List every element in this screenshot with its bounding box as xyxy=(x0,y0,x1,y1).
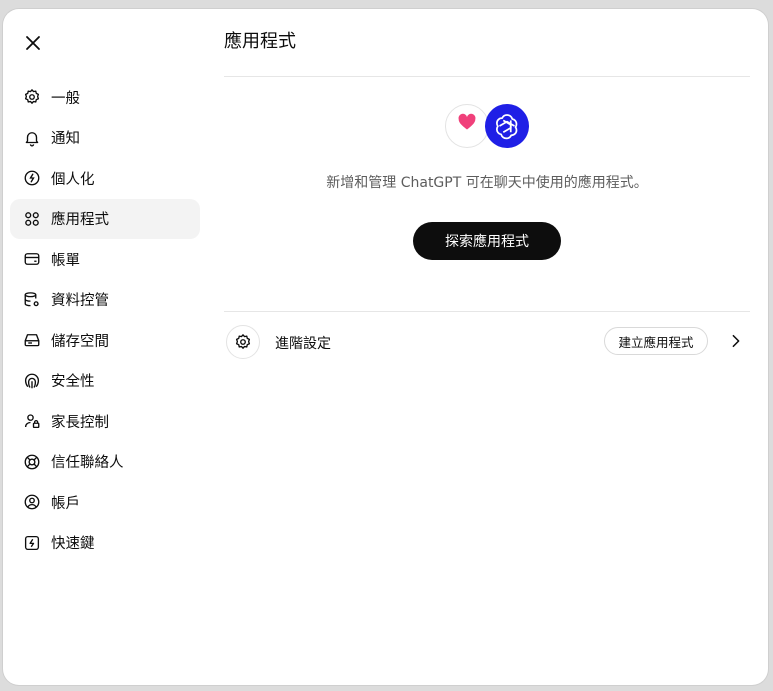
advanced-settings-row[interactable]: 進階設定 建立應用程式 xyxy=(224,325,750,361)
advanced-settings-icon-wrap xyxy=(226,325,260,359)
sidebar-item-shortcuts[interactable]: 快速鍵 xyxy=(10,523,200,564)
sidebar-item-trusted-contacts[interactable]: 信任聯絡人 xyxy=(10,442,200,483)
sidebar-item-label: 個人化 xyxy=(51,171,95,188)
section-divider xyxy=(224,311,750,312)
sidebar-item-personalization[interactable]: 個人化 xyxy=(10,158,200,199)
apps-hero-logos xyxy=(445,104,529,152)
sidebar-item-general[interactable]: 一般 xyxy=(10,77,200,118)
chevron-right-icon xyxy=(732,334,740,348)
sidebar-item-label: 快速鍵 xyxy=(51,536,95,553)
page-title: 應用程式 xyxy=(224,31,296,52)
close-button[interactable] xyxy=(21,31,45,55)
sidebar-item-label: 資料控管 xyxy=(51,293,109,310)
gear-icon xyxy=(22,87,42,107)
openai-logo xyxy=(485,104,529,148)
sidebar-item-billing[interactable]: 帳單 xyxy=(10,239,200,280)
database-gear-icon xyxy=(22,290,42,310)
sidebar-item-label: 應用程式 xyxy=(51,212,109,229)
explore-apps-button[interactable]: 探索應用程式 xyxy=(413,222,561,260)
sidebar-item-security[interactable]: 安全性 xyxy=(10,361,200,402)
sidebar-item-label: 一般 xyxy=(51,90,80,107)
sidebar-item-notifications[interactable]: 通知 xyxy=(10,118,200,159)
personalize-icon xyxy=(22,168,42,188)
sidebar-item-label: 帳單 xyxy=(51,252,80,269)
create-app-button[interactable]: 建立應用程式 xyxy=(604,327,708,355)
storage-icon xyxy=(22,330,42,350)
user-circle-icon xyxy=(22,492,42,512)
advanced-settings-expand[interactable] xyxy=(727,332,745,350)
sidebar-item-apps[interactable]: 應用程式 xyxy=(10,198,200,239)
sidebar-item-storage[interactable]: 儲存空間 xyxy=(10,320,200,361)
settings-sidebar: 一般 通知 個人化 應用程式 帳單 資料控管 儲存空間 安全性 家長控制 信任聯… xyxy=(10,77,200,563)
wallet-icon xyxy=(22,249,42,269)
title-divider xyxy=(224,76,750,77)
lifebuoy-icon xyxy=(22,452,42,472)
apps-description: 新增和管理 ChatGPT 可在聊天中使用的應用程式。 xyxy=(326,175,648,191)
heart-icon xyxy=(458,113,476,130)
sidebar-item-label: 安全性 xyxy=(51,374,95,391)
sidebar-item-parental-controls[interactable]: 家長控制 xyxy=(10,401,200,442)
sidebar-item-label: 帳戶 xyxy=(51,495,80,512)
gear-icon xyxy=(235,334,251,349)
bolt-icon xyxy=(22,533,42,553)
user-lock-icon xyxy=(22,411,42,431)
fingerprint-icon xyxy=(22,371,42,391)
close-icon xyxy=(26,36,40,50)
advanced-settings-label: 進階設定 xyxy=(275,336,331,352)
sidebar-item-data-controls[interactable]: 資料控管 xyxy=(10,280,200,321)
sidebar-item-label: 家長控制 xyxy=(51,414,109,431)
app-heart-logo xyxy=(445,104,489,148)
sidebar-item-label: 儲存空間 xyxy=(51,333,109,350)
sidebar-item-account[interactable]: 帳戶 xyxy=(10,482,200,523)
settings-dialog: 一般 通知 個人化 應用程式 帳單 資料控管 儲存空間 安全性 家長控制 信任聯… xyxy=(3,9,768,685)
bell-icon xyxy=(22,128,42,148)
sidebar-item-label: 通知 xyxy=(51,131,80,148)
apps-grid-icon xyxy=(22,209,42,229)
sidebar-item-label: 信任聯絡人 xyxy=(51,455,124,472)
openai-icon xyxy=(496,114,518,140)
